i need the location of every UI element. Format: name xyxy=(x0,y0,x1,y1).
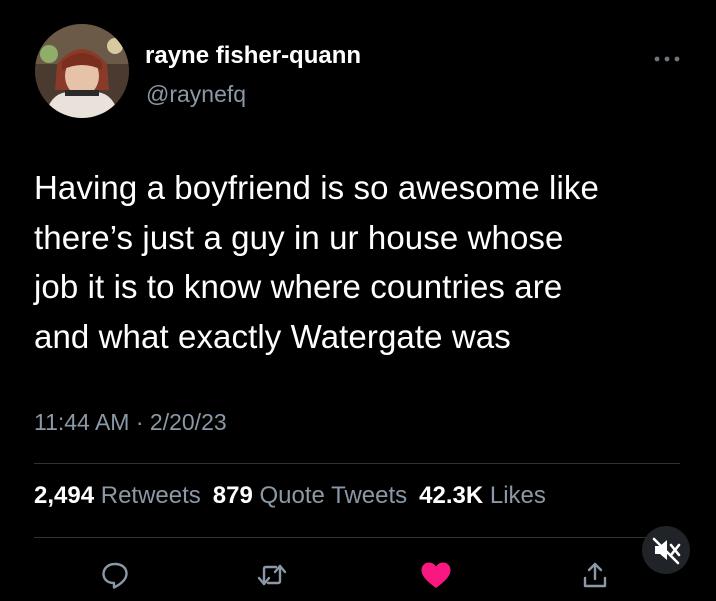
tweet-line: job it is to know where countries are xyxy=(34,268,563,305)
likes-count: 42.3K xyxy=(419,482,484,509)
quote-tweets-stat[interactable]: 879 Quote Tweets xyxy=(213,482,407,509)
tweet-text: Having a boyfriend is so awesome like th… xyxy=(34,163,694,361)
tweet-line: Having a boyfriend is so awesome like xyxy=(34,169,599,206)
tweet-line: there’s just a guy in ur house whose xyxy=(34,218,564,256)
quotes-label: Quote Tweets xyxy=(259,482,408,509)
retweets-stat[interactable]: 2,494 Retweets xyxy=(34,482,201,509)
tweet-timestamp[interactable]: 11:44 AM · 2/20/23 xyxy=(34,409,227,436)
display-name[interactable]: rayne fisher-quann xyxy=(145,42,361,70)
more-options-icon[interactable] xyxy=(652,52,682,66)
divider xyxy=(34,537,680,538)
heart-icon[interactable] xyxy=(419,560,453,590)
retweets-count: 2,494 xyxy=(34,482,95,509)
user-handle[interactable]: @raynefq xyxy=(146,81,246,108)
quotes-count: 879 xyxy=(212,482,253,509)
engagement-stats: 2,494 Retweets 879 Quote Tweets 42.3K Like… xyxy=(34,482,546,510)
share-icon[interactable] xyxy=(580,560,610,590)
likes-label: Likes xyxy=(489,482,546,509)
avatar-image xyxy=(35,24,129,118)
reply-icon[interactable] xyxy=(100,560,130,590)
retweets-label: Retweets xyxy=(100,482,201,509)
muted-speaker-icon[interactable] xyxy=(642,526,690,574)
avatar[interactable] xyxy=(35,24,129,118)
tweet-line: and what exactly Watergate was xyxy=(34,317,511,355)
divider xyxy=(34,463,680,464)
retweet-icon[interactable] xyxy=(255,560,289,590)
likes-stat[interactable]: 42.3K Likes xyxy=(419,482,546,509)
